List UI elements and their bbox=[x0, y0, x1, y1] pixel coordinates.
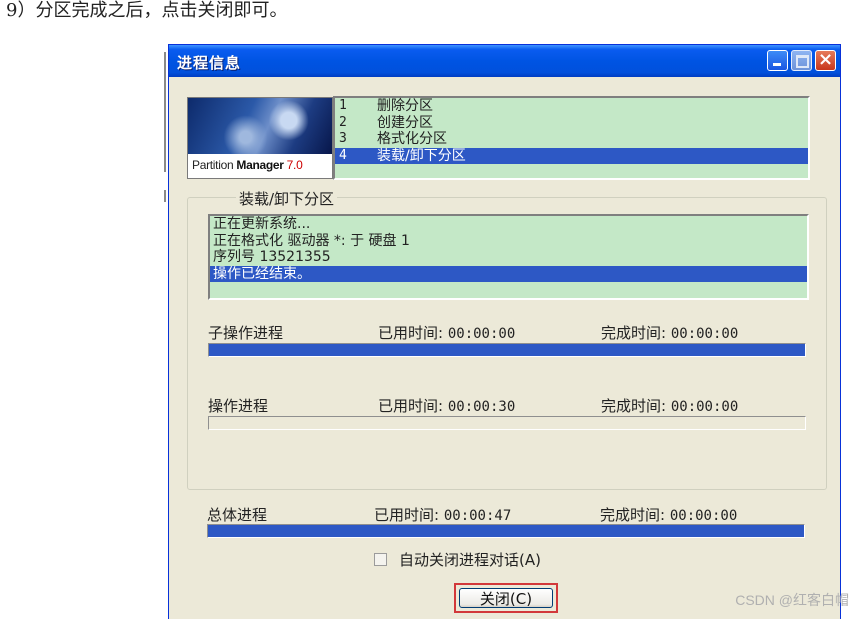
operation-group: 装载/卸下分区 正在更新系统... 正在格式化 驱动器 *: 于 硬盘 1 序列号 … bbox=[187, 188, 827, 490]
operation-item[interactable]: 1 删除分区 bbox=[335, 98, 808, 115]
close-icon[interactable]: × bbox=[815, 49, 836, 71]
operation-item[interactable]: 2 创建分区 bbox=[335, 115, 808, 132]
logo-text: Partition Manager 7.0 bbox=[192, 158, 303, 172]
window-title: 进程信息 bbox=[177, 54, 242, 72]
status-line: 操作已经结束。 bbox=[210, 265, 807, 282]
caption-text: 9）分区完成之后，点击关闭即可。 bbox=[6, 0, 288, 21]
operation-label: 格式化分区 bbox=[377, 131, 447, 147]
status-log[interactable]: 正在更新系统... 正在格式化 驱动器 *: 于 硬盘 1 序列号 13521355… bbox=[208, 214, 809, 300]
close-button-highlight: 关闭(C) bbox=[454, 583, 558, 613]
maximize-icon[interactable] bbox=[791, 50, 812, 71]
operation-item[interactable]: 4 装载/卸下分区 bbox=[335, 147, 808, 164]
group-title: 装载/卸下分区 bbox=[236, 188, 338, 209]
operation-item[interactable]: 3 格式化分区 bbox=[335, 131, 808, 148]
auto-close-label[interactable]: 自动关闭进程对话(A) bbox=[399, 549, 541, 570]
op-done: 完成时间: 00:00:00 bbox=[601, 397, 739, 415]
op-progress-bar bbox=[208, 416, 806, 430]
operation-number: 2 bbox=[339, 114, 347, 130]
operation-label: 删除分区 bbox=[377, 98, 433, 114]
auto-close-checkbox[interactable] bbox=[374, 553, 387, 566]
operations-list[interactable]: 1 删除分区 2 创建分区 3 格式化分区 4 装载/卸下分区 bbox=[333, 96, 810, 180]
total-elapsed: 已用时间: 00:00:47 bbox=[374, 506, 512, 524]
total-progress-label: 总体进程 bbox=[207, 506, 268, 524]
watermark-text: CSDN @红客白帽 bbox=[735, 592, 849, 608]
operation-number: 3 bbox=[339, 131, 347, 146]
sub-done: 完成时间: 00:00:00 bbox=[601, 324, 739, 342]
operation-label: 装载/卸下分区 bbox=[377, 147, 466, 164]
title-bar[interactable]: 进程信息 × bbox=[169, 45, 840, 77]
status-line: 正在更新系统... bbox=[213, 216, 311, 232]
total-done: 完成时间: 00:00:00 bbox=[600, 506, 738, 524]
operation-number: 1 bbox=[339, 98, 347, 113]
progress-dialog: 进程信息 × Partition Manager 7.0 1 删除分区 2 创建分区 3… bbox=[168, 44, 841, 619]
sub-progress-label: 子操作进程 bbox=[208, 324, 284, 342]
sub-elapsed: 已用时间: 00:00:00 bbox=[378, 324, 516, 342]
partition-manager-logo: Partition Manager 7.0 bbox=[187, 97, 333, 179]
left-divider bbox=[164, 52, 166, 172]
logo-art-icon bbox=[188, 98, 332, 154]
status-line: 序列号 13521355 bbox=[213, 249, 331, 265]
total-progress-bar bbox=[207, 524, 805, 538]
op-progress-label: 操作进程 bbox=[208, 397, 269, 415]
operation-label: 创建分区 bbox=[377, 114, 433, 131]
close-button[interactable]: 关闭(C) bbox=[459, 588, 553, 608]
sub-progress-bar bbox=[208, 343, 806, 357]
minimize-icon[interactable] bbox=[767, 50, 788, 71]
status-line: 正在格式化 驱动器 *: 于 硬盘 1 bbox=[213, 232, 410, 249]
op-elapsed: 已用时间: 00:00:30 bbox=[378, 397, 516, 415]
left-divider-2 bbox=[164, 190, 166, 202]
operation-number: 4 bbox=[339, 147, 347, 163]
